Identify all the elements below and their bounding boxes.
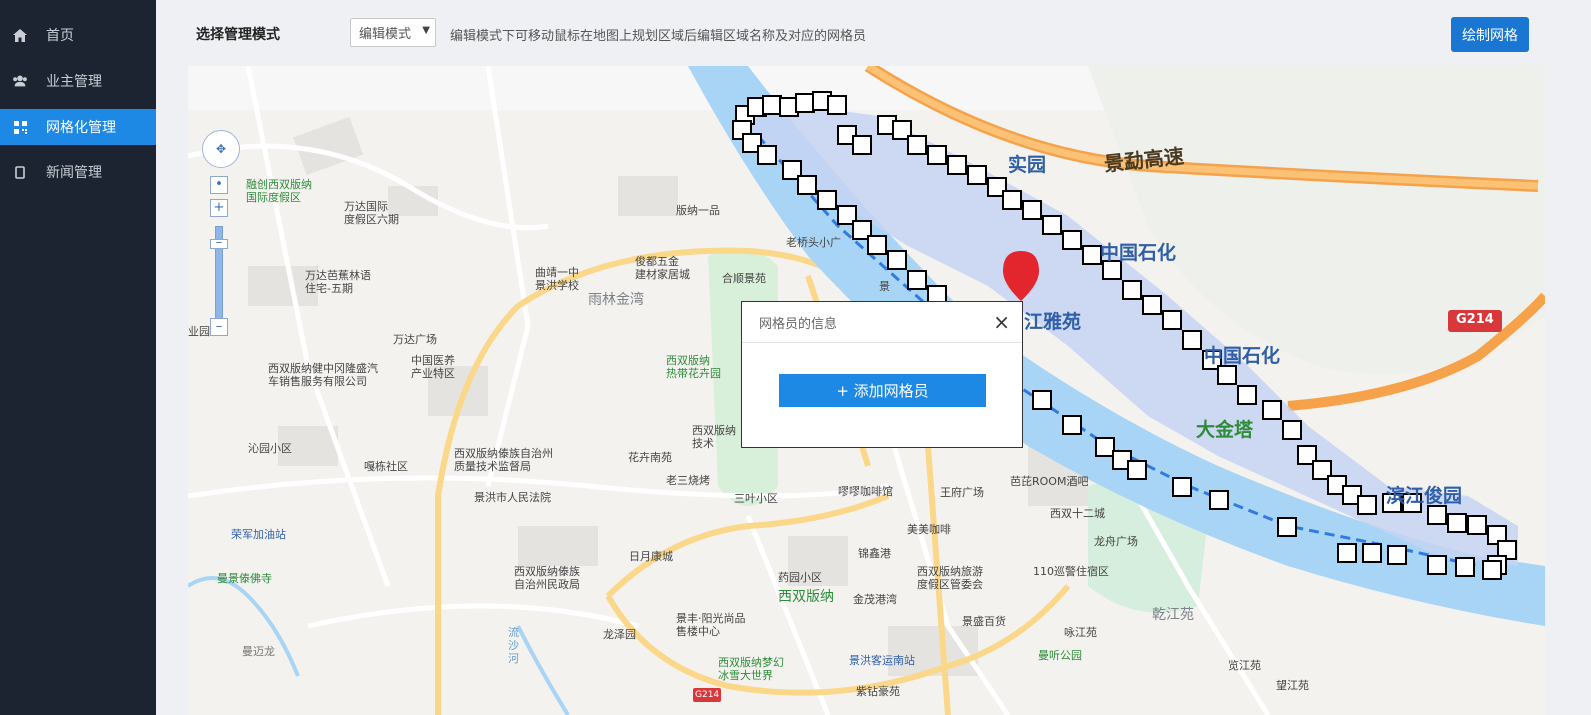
zoom-in-button[interactable]: + [210, 199, 228, 217]
zoom-slider-handle[interactable]: – [210, 236, 228, 249]
map-label: 西双版纳健中冈隆盛汽 车销售服务有限公司 [268, 362, 378, 388]
grid-member-dialog: 网格员的信息 × + 添加网格员 [741, 301, 1023, 448]
sidebar-item-home[interactable]: 首页 [0, 17, 156, 53]
map-label: 紫钻豪苑 [856, 685, 900, 698]
map-label: 中国石化 [1204, 345, 1281, 367]
map-label: 西双版纳梦幻 冰雪大世界 [718, 656, 784, 682]
mode-select-value: 编辑模式 [359, 27, 412, 42]
zoom-out-button[interactable]: – [210, 318, 228, 336]
map-label: 西双版纳 [778, 589, 834, 605]
mode-hint: 编辑模式下可移动鼠标在地图上规划区域后编辑区域名称及对应的网格员 [450, 29, 867, 44]
map-label: 老三烧烤 [666, 474, 710, 487]
map-label: 老桥头小广 [786, 236, 841, 249]
toolbar: 选择管理模式 编辑模式 ▼ 编辑模式下可移动鼠标在地图上规划区域后编辑区域名称及… [156, 0, 1591, 66]
sidebar-item-label: 首页 [46, 28, 74, 44]
map-label: 嘐嘐咖啡馆 [838, 485, 893, 498]
map-label: 花卉南苑 [628, 451, 672, 464]
map-label: 实园 [1008, 154, 1047, 176]
map-label: 西双版纳旅游 度假区管委会 [917, 565, 983, 591]
sidebar-item-label: 网格化管理 [46, 120, 116, 136]
users-icon [12, 73, 28, 89]
map-pan-control[interactable]: ✥ [202, 130, 240, 168]
dialog-header: 网格员的信息 × [742, 302, 1022, 343]
map-label: 嘎栋社区 [364, 460, 408, 473]
map-locate-button[interactable]: • [210, 176, 228, 194]
map-label: 锦鑫港 [858, 547, 891, 560]
map-label: 咏江苑 [1064, 626, 1097, 639]
map-label: 王府广场 [940, 486, 984, 499]
mode-select[interactable]: 编辑模式 ▼ [350, 18, 436, 47]
map-label: 西双版纳傣族 自治州民政局 [514, 565, 580, 591]
map-label: 龙舟广场 [1094, 535, 1138, 548]
qrcode-icon [12, 119, 28, 135]
map-label: 曼听公园 [1038, 649, 1082, 662]
map-label: 西双十二城 [1050, 507, 1105, 520]
map-label: 药园小区 [778, 571, 822, 584]
map-label: 江雅苑 [1024, 311, 1082, 333]
map-label: 龙泽园 [603, 628, 636, 641]
map-label: 景勐高速 [1102, 143, 1185, 177]
sidebar-item-label: 业主管理 [46, 74, 102, 90]
mode-label: 选择管理模式 [196, 27, 280, 43]
chevron-down-icon: ▼ [422, 25, 430, 36]
map-label: 万达芭蕉林语 住宅-五期 [305, 269, 371, 295]
map-label: 110巡警住宿区 [1033, 565, 1109, 578]
map-label: G214 [695, 690, 720, 700]
map-label: 流沙河 [508, 626, 519, 665]
sidebar: 首页 业主管理 网格化管理 新闻管理 [0, 0, 156, 715]
map-label: 西双版纳 技术 [692, 424, 736, 450]
map-label: 芭芘ROOM酒吧 [1010, 475, 1089, 488]
sidebar-item-owners[interactable]: 业主管理 [0, 63, 156, 99]
map-label: 雨林金湾 [588, 292, 644, 308]
map-label: 景洪市人民法院 [474, 491, 551, 504]
map-label: 日月康城 [629, 550, 673, 563]
sidebar-item-news[interactable]: 新闻管理 [0, 154, 156, 190]
map-label: 万达广场 [393, 333, 437, 346]
map-label: 望江苑 [1276, 679, 1309, 692]
close-icon[interactable]: × [993, 312, 1010, 332]
map-label: 览江苑 [1228, 659, 1261, 672]
map-label: 西双版纳傣族自治州 质量技术监督局 [454, 447, 553, 473]
map-label: 景洪客运南站 [849, 654, 915, 667]
map-label: 荣军加油站 [231, 528, 286, 541]
map-label: 中国石化 [1100, 242, 1177, 264]
map-label: 曲靖一中 景洪学校 [535, 266, 579, 292]
home-icon [12, 27, 28, 43]
map-label: 融创西双版纳 国际度假区 [246, 178, 312, 204]
map-label: G214 [1456, 312, 1494, 327]
map-label: 景盛百货 [962, 615, 1006, 628]
map-label: 景丰·阳光尚品 售楼中心 [676, 612, 746, 638]
map-label: 版纳一品 [676, 204, 720, 217]
map-label: 金茂港湾 [853, 593, 897, 606]
dialog-title: 网格员的信息 [759, 316, 838, 332]
map-label: 三叶小区 [734, 492, 778, 505]
map-label: 滨江俊园 [1386, 485, 1463, 507]
map-label: 美美咖啡 [907, 523, 951, 536]
draw-grid-button[interactable]: 绘制网格 [1451, 17, 1529, 52]
map-label: 曼迈龙 [242, 645, 275, 658]
map-label: 合顺景苑 [722, 272, 766, 285]
map-label: 沁园小区 [248, 442, 292, 455]
map-label: 西双版纳 热带花卉园 [666, 354, 721, 380]
map-label: 中国医养 产业特区 [411, 354, 455, 380]
map-label: 万达国际 度假区六期 [344, 200, 399, 226]
sidebar-item-grid[interactable]: 网格化管理 [0, 109, 156, 145]
add-grid-member-button[interactable]: + 添加网格员 [779, 374, 986, 407]
sidebar-item-label: 新闻管理 [46, 165, 102, 181]
map-label: 大金塔 [1196, 419, 1254, 441]
map-label: 乾江苑 [1152, 607, 1194, 623]
map-label: 俊都五金 建材家居城 [635, 255, 690, 281]
map-label: 曼景傣佛寺 [217, 572, 272, 585]
tablet-icon [12, 164, 28, 180]
map-label: 景 [879, 280, 890, 293]
